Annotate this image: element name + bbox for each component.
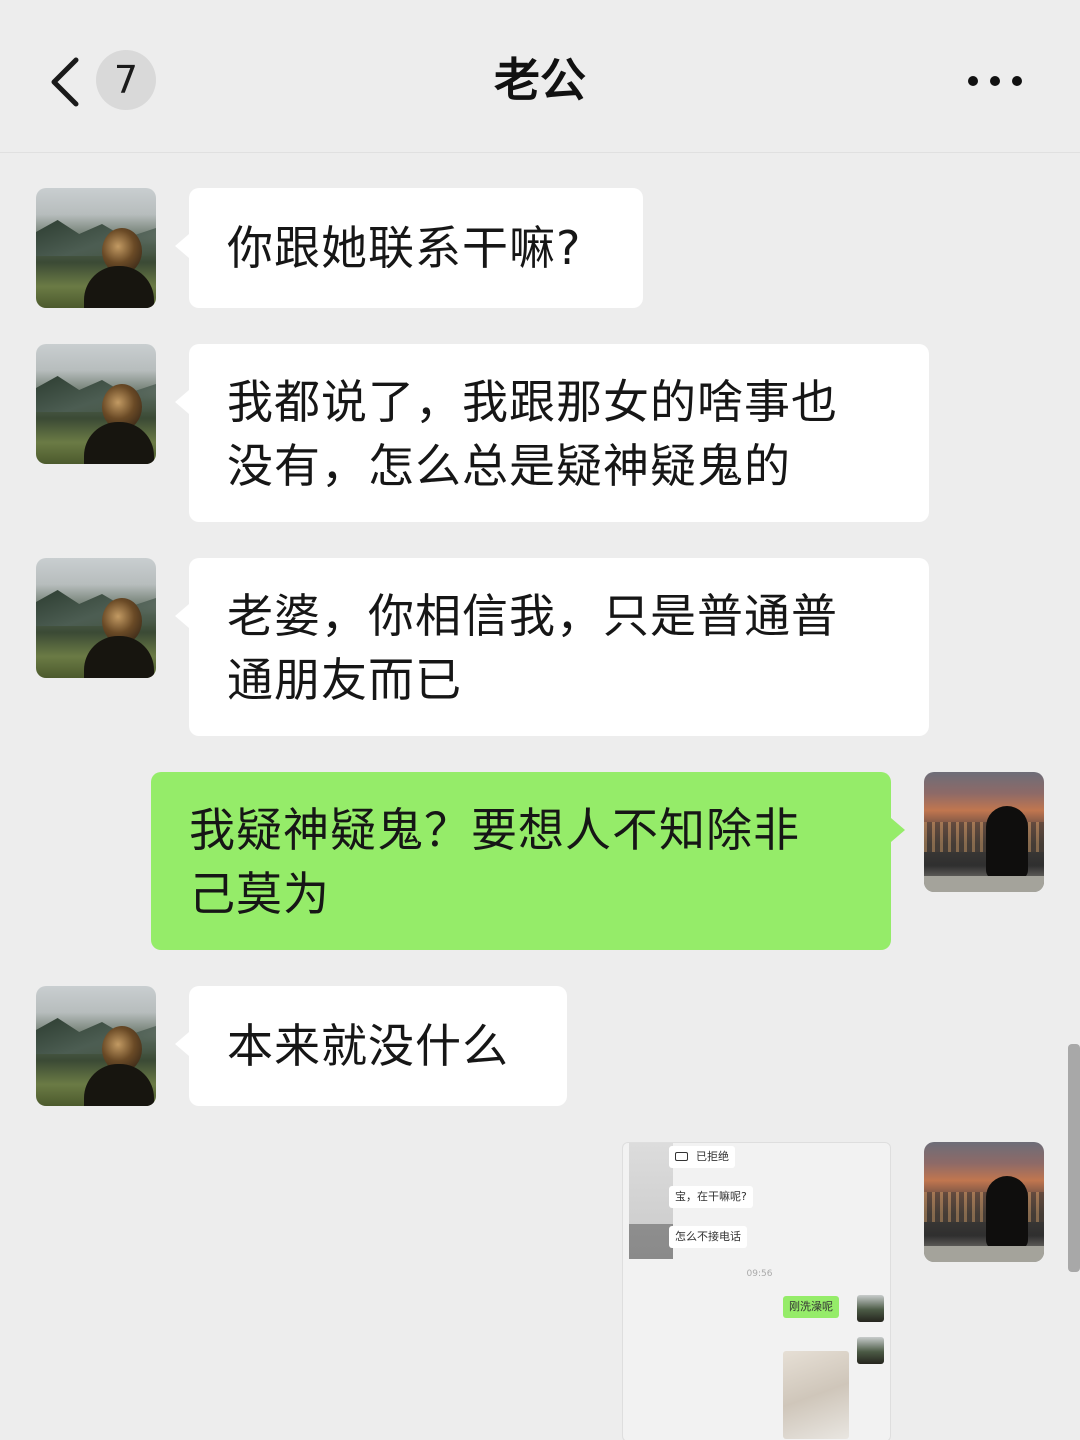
message-text: 本来就没什么: [227, 1019, 509, 1073]
video-call-icon: [675, 1151, 688, 1161]
screenshot-call-status: 已拒绝: [669, 1146, 735, 1168]
contact-avatar[interactable]: [36, 344, 156, 464]
message-text: 通朋友而已: [227, 653, 462, 707]
incoming-message-bubble[interactable]: 老婆，你相信我，只是普通普 通朋友而已: [175, 558, 929, 736]
screenshot-strip: [629, 1143, 673, 1259]
more-horizontal-icon[interactable]: [962, 70, 1028, 92]
image-message[interactable]: 已拒绝 宝，在干嘛呢? 怎么不接电话 09:56 刚洗澡呢: [622, 1142, 891, 1440]
outgoing-message-bubble[interactable]: 我疑神疑鬼？要想人不知除非 己莫为: [151, 772, 905, 950]
chat-title: 老公: [494, 53, 586, 107]
chevron-left-icon[interactable]: [44, 52, 88, 112]
screenshot-reply: 刚洗澡呢: [783, 1296, 839, 1318]
scrollbar-thumb[interactable]: [1068, 1044, 1080, 1272]
chat-header: 7 老公: [0, 0, 1080, 153]
screenshot-avatar: [857, 1337, 884, 1364]
screenshot-photo: [783, 1351, 849, 1439]
incoming-message-bubble[interactable]: 本来就没什么: [175, 986, 567, 1106]
message-text: 老婆，你相信我，只是普通普: [227, 589, 838, 643]
contact-avatar[interactable]: [36, 188, 156, 308]
message-text: 你跟她联系干嘛?: [227, 221, 582, 275]
incoming-message-bubble[interactable]: 我都说了，我跟那女的啥事也 没有，怎么总是疑神疑鬼的: [175, 344, 929, 522]
screenshot-message: 宝，在干嘛呢?: [669, 1186, 753, 1208]
contact-avatar[interactable]: [36, 986, 156, 1106]
message-text: 没有，怎么总是疑神疑鬼的: [227, 439, 791, 493]
screenshot-message: 怎么不接电话: [669, 1226, 747, 1248]
message-text: 我都说了，我跟那女的啥事也: [227, 375, 838, 429]
message-text: 己莫为: [189, 867, 330, 921]
screenshot-time: 09:56: [746, 1269, 773, 1279]
screenshot-avatar: [857, 1295, 884, 1322]
unread-count-badge[interactable]: 7: [96, 50, 156, 110]
my-avatar[interactable]: [924, 1142, 1044, 1262]
contact-avatar[interactable]: [36, 558, 156, 678]
message-text: 我疑神疑鬼？要想人不知除非: [189, 803, 800, 857]
my-avatar[interactable]: [924, 772, 1044, 892]
incoming-message-bubble[interactable]: 你跟她联系干嘛?: [175, 188, 643, 308]
